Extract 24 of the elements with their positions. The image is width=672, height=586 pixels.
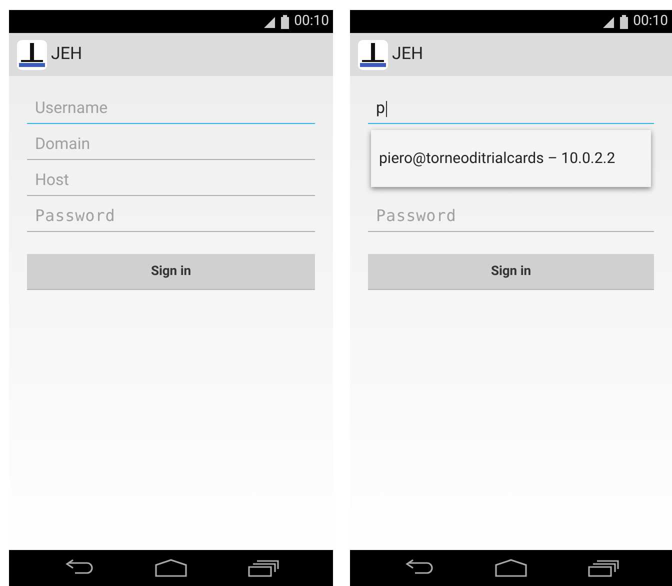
text-field[interactable]: Password [27,204,315,232]
signal-icon [262,14,276,28]
app-title: JEH [51,42,82,66]
text-field[interactable]: Username [27,96,315,124]
sign-in-button[interactable]: Sign in [368,254,654,290]
text-field[interactable]: Password [368,204,654,232]
logo-icon [17,40,47,70]
battery-icon [619,14,630,28]
signal-icon [601,14,616,28]
back-icon[interactable] [403,559,436,577]
clock: 00:10 [294,12,329,31]
text-field[interactable]: Host [27,168,315,196]
text-field[interactable]: Domain [27,132,315,160]
suggestion-item[interactable]: piero@torneoditrialcards – 10.0.2.2 [371,130,651,187]
home-icon[interactable] [154,559,188,577]
clock: 00:10 [633,12,668,31]
recent-apps-icon[interactable] [586,559,619,577]
logo-icon [358,40,388,70]
text-field[interactable]: p [368,96,654,124]
app-title: JEH [392,42,424,66]
home-icon[interactable] [494,559,528,577]
battery-icon [280,14,290,28]
recent-apps-icon[interactable] [247,559,280,577]
sign-in-button[interactable]: Sign in [27,254,315,290]
